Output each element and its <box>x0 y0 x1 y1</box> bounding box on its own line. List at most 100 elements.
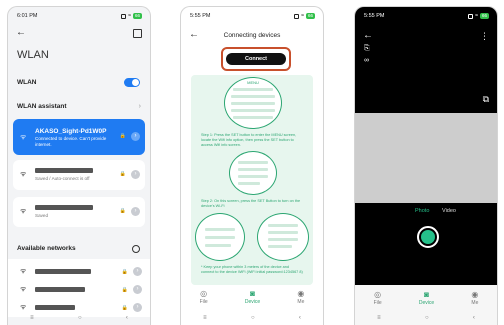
tab-device[interactable]: ◙ Device <box>245 290 260 310</box>
bottom-tab-bar: ◎ File ◙ Device ◉ Me <box>355 291 497 311</box>
network-details-button[interactable]: › <box>131 207 140 216</box>
link-icon[interactable]: ∞ <box>364 57 369 64</box>
bottom-tab-bar: ◎ File ◙ Device ◉ Me <box>181 290 323 310</box>
page-title: Connecting devices <box>223 32 281 39</box>
more-options-icon[interactable]: ⋮ <box>480 31 489 42</box>
status-bar: 5:55 PM ≈ 66 <box>190 11 315 21</box>
status-bar: 6:01 PM ≈ 66 <box>17 11 142 21</box>
menu-row <box>231 102 275 105</box>
mode-video[interactable]: Video <box>442 208 456 214</box>
menu-nav-icon[interactable]: ≡ <box>203 315 207 321</box>
battery-badge: 66 <box>132 13 142 19</box>
tab-me[interactable]: ◉ Me <box>471 291 478 311</box>
fullscreen-icon[interactable]: ⧉ <box>483 94 489 105</box>
redacted-network-name <box>35 305 75 310</box>
lock-icon: 🔒 <box>119 171 126 177</box>
wlan-toggle-label: WLAN <box>17 78 37 86</box>
home-nav-icon[interactable]: ○ <box>425 315 429 321</box>
connecting-devices-screen: 5:55 PM ≈ 66 ← Connecting devices MENU S… <box>180 6 324 325</box>
home-nav-icon[interactable]: ○ <box>78 315 82 321</box>
tab-device-label: Device <box>244 299 261 305</box>
shutter-button[interactable] <box>421 230 435 244</box>
me-icon: ◉ <box>471 290 479 299</box>
saved-network-card-2[interactable]: ᯤ Saved 🔒 › <box>13 197 145 227</box>
network-details-button[interactable]: › <box>131 170 140 179</box>
wifi-icon: ᯤ <box>20 134 27 141</box>
illustration-row <box>205 236 235 239</box>
available-network-list: ᯤ 🔒 › ᯤ 🔒 › ᯤ 🔒 › <box>8 259 150 317</box>
wifi-status-icon: ≈ <box>300 13 304 19</box>
device-icon: ◙ <box>250 289 255 298</box>
illustration-row <box>205 244 231 247</box>
home-nav-icon[interactable]: ○ <box>251 315 255 321</box>
lock-icon: 🔒 <box>121 305 128 311</box>
saved-network-card-1[interactable]: ᯤ Saved / Auto-connect is off 🔒 › <box>13 160 145 190</box>
back-nav-icon[interactable]: ‹ <box>299 315 301 321</box>
redacted-network-name <box>35 269 91 274</box>
wifi-icon: ᯤ <box>20 171 27 178</box>
list-item[interactable]: ᯤ 🔒 › <box>8 265 150 279</box>
refresh-icon[interactable] <box>132 245 140 253</box>
wlan-assistant-label: WLAN assistant <box>17 102 67 110</box>
wlan-toggle-row[interactable]: WLAN <box>8 71 150 93</box>
back-nav-icon[interactable]: ‹ <box>126 315 128 321</box>
network-details-button[interactable]: › <box>131 132 140 141</box>
menu-nav-icon[interactable]: ≡ <box>30 315 34 321</box>
mode-photo[interactable]: Photo <box>415 208 429 214</box>
page-title: WLAN <box>17 49 49 61</box>
system-nav-bar: ≡ ○ ‹ <box>8 313 150 323</box>
menu-row <box>231 95 275 98</box>
sim-icon <box>120 13 126 19</box>
phone-wifi-illustration <box>195 213 245 261</box>
tab-file[interactable]: ◎ File <box>200 290 208 310</box>
back-arrow-icon[interactable]: ← <box>363 31 373 41</box>
back-arrow-icon[interactable]: ← <box>16 28 26 38</box>
wifi-icon: ᯤ <box>20 208 27 215</box>
scan-qr-icon[interactable] <box>133 29 142 38</box>
redacted-network-name <box>35 287 85 292</box>
network-status: Connected to device. Can't provide inter… <box>35 136 107 147</box>
network-details-button[interactable]: › <box>133 303 142 312</box>
connect-button[interactable]: Connect <box>226 53 286 65</box>
step-3-text: * Keep your phone within 3 meters of the… <box>201 265 303 274</box>
setup-guide: MENU Step 1: Press the SET button to ent… <box>191 75 313 285</box>
album-icon[interactable]: ⎘ <box>364 45 370 53</box>
wifi-status-icon: ≈ <box>127 13 131 19</box>
lock-icon: 🔒 <box>121 269 128 275</box>
network-name: AKASO_Sight-Pd1W0P <box>35 128 107 135</box>
menu-nav-icon[interactable]: ≡ <box>377 315 381 321</box>
status-icons: ≈ 66 <box>120 13 142 19</box>
step-1-text: Step 1: Press the SET button to enter th… <box>201 133 297 147</box>
tab-device[interactable]: ◙ Device <box>419 291 434 311</box>
list-item[interactable]: ᯤ 🔒 › <box>8 283 150 297</box>
network-details-button[interactable]: › <box>133 267 142 276</box>
camera-wifi-illustration <box>257 213 309 261</box>
tab-me-label: Me <box>297 299 305 305</box>
camera-preview-screen: 5:55 PM ≈ 66 ← ⎘ ∞ ⋮ ⧉ Photo Video ◎ Fil… <box>354 6 498 325</box>
system-nav-bar: ≡ ○ ‹ <box>355 313 497 323</box>
tab-file[interactable]: ◎ File <box>374 291 382 311</box>
me-icon: ◉ <box>297 289 305 298</box>
menu-row <box>233 88 273 91</box>
network-details-button[interactable]: › <box>133 285 142 294</box>
tab-me-label: Me <box>471 300 479 306</box>
redacted-network-name <box>35 168 93 173</box>
system-nav-bar: ≡ ○ ‹ <box>181 313 323 323</box>
illustration-row <box>268 238 298 241</box>
wlan-assistant-row[interactable]: WLAN assistant › <box>8 95 150 117</box>
wifi-info-illustration <box>229 151 277 195</box>
menu-row <box>233 116 273 119</box>
battery-badge: 66 <box>479 13 489 19</box>
step-2-text: Step 2: On this screen, press the SET Bu… <box>201 199 301 208</box>
bottom-panel: ◎ File ◙ Device ◉ Me ≡ ○ ‹ <box>355 285 497 325</box>
wifi-icon: ᯤ <box>20 304 27 311</box>
status-icons: ≈ 66 <box>467 13 489 19</box>
network-status: Saved <box>35 213 49 218</box>
wlan-toggle-switch[interactable] <box>124 77 140 87</box>
back-nav-icon[interactable]: ‹ <box>473 315 475 321</box>
connected-network-card[interactable]: ᯤ AKASO_Sight-Pd1W0P Connected to device… <box>13 119 145 155</box>
chevron-right-icon: › <box>138 102 141 110</box>
illustration-row <box>268 245 292 248</box>
wifi-info-row <box>238 168 268 171</box>
tab-me[interactable]: ◉ Me <box>297 290 304 310</box>
